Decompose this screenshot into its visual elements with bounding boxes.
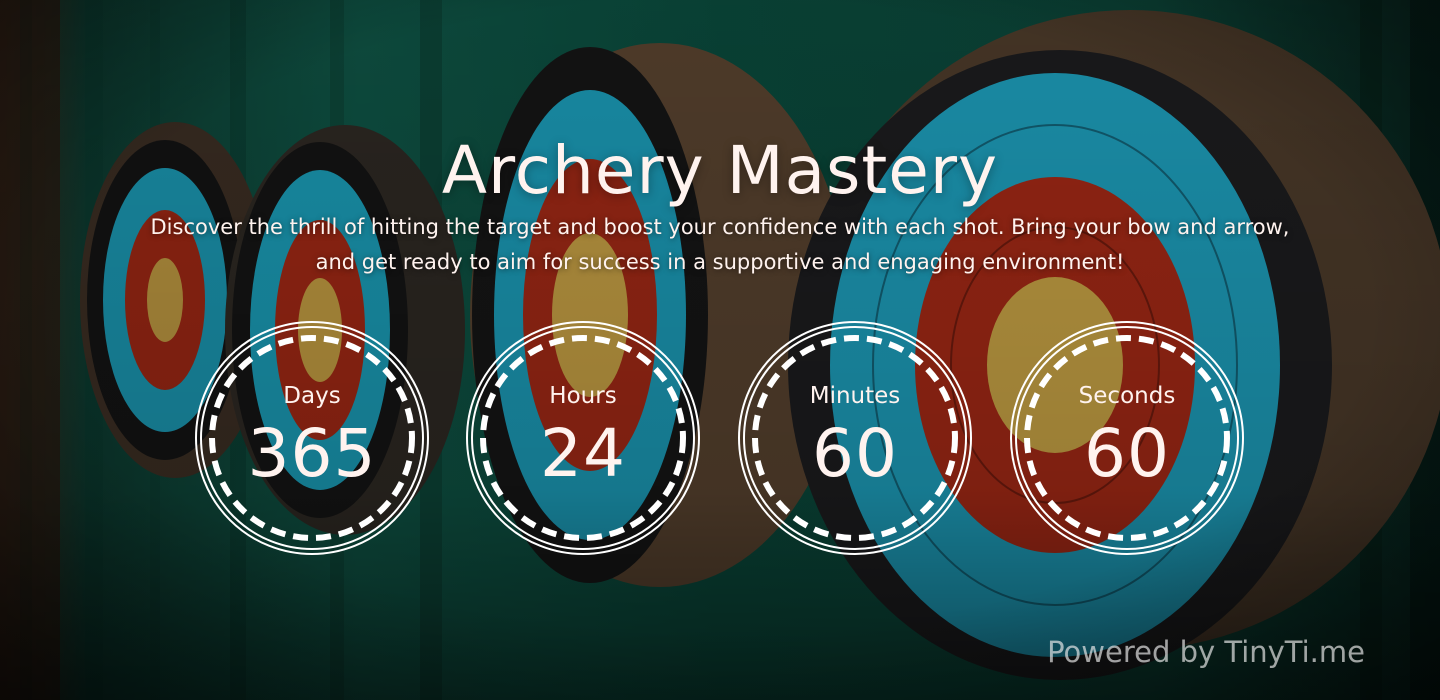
- countdown-hours: Hours 24: [463, 318, 703, 558]
- days-label: Days: [283, 383, 341, 409]
- minutes-value: 60: [812, 415, 898, 492]
- countdown-minutes: Minutes 60: [735, 318, 975, 558]
- countdown-page: Archery Mastery Discover the thrill of h…: [0, 0, 1440, 700]
- page-description: Discover the thrill of hitting the targe…: [150, 215, 1290, 274]
- seconds-label: Seconds: [1078, 383, 1176, 409]
- minutes-label: Minutes: [809, 383, 901, 409]
- hours-label: Hours: [549, 383, 617, 409]
- page-title: Archery Mastery: [441, 132, 999, 209]
- countdown-days: Days 365: [192, 318, 432, 558]
- countdown-seconds: Seconds 60: [1007, 318, 1247, 558]
- hours-value: 24: [540, 415, 626, 492]
- seconds-value: 60: [1084, 415, 1170, 492]
- powered-by-link[interactable]: Powered by TinyTi.me: [1047, 633, 1365, 671]
- days-value: 365: [247, 415, 377, 492]
- content-layer: Archery Mastery Discover the thrill of h…: [0, 0, 1440, 700]
